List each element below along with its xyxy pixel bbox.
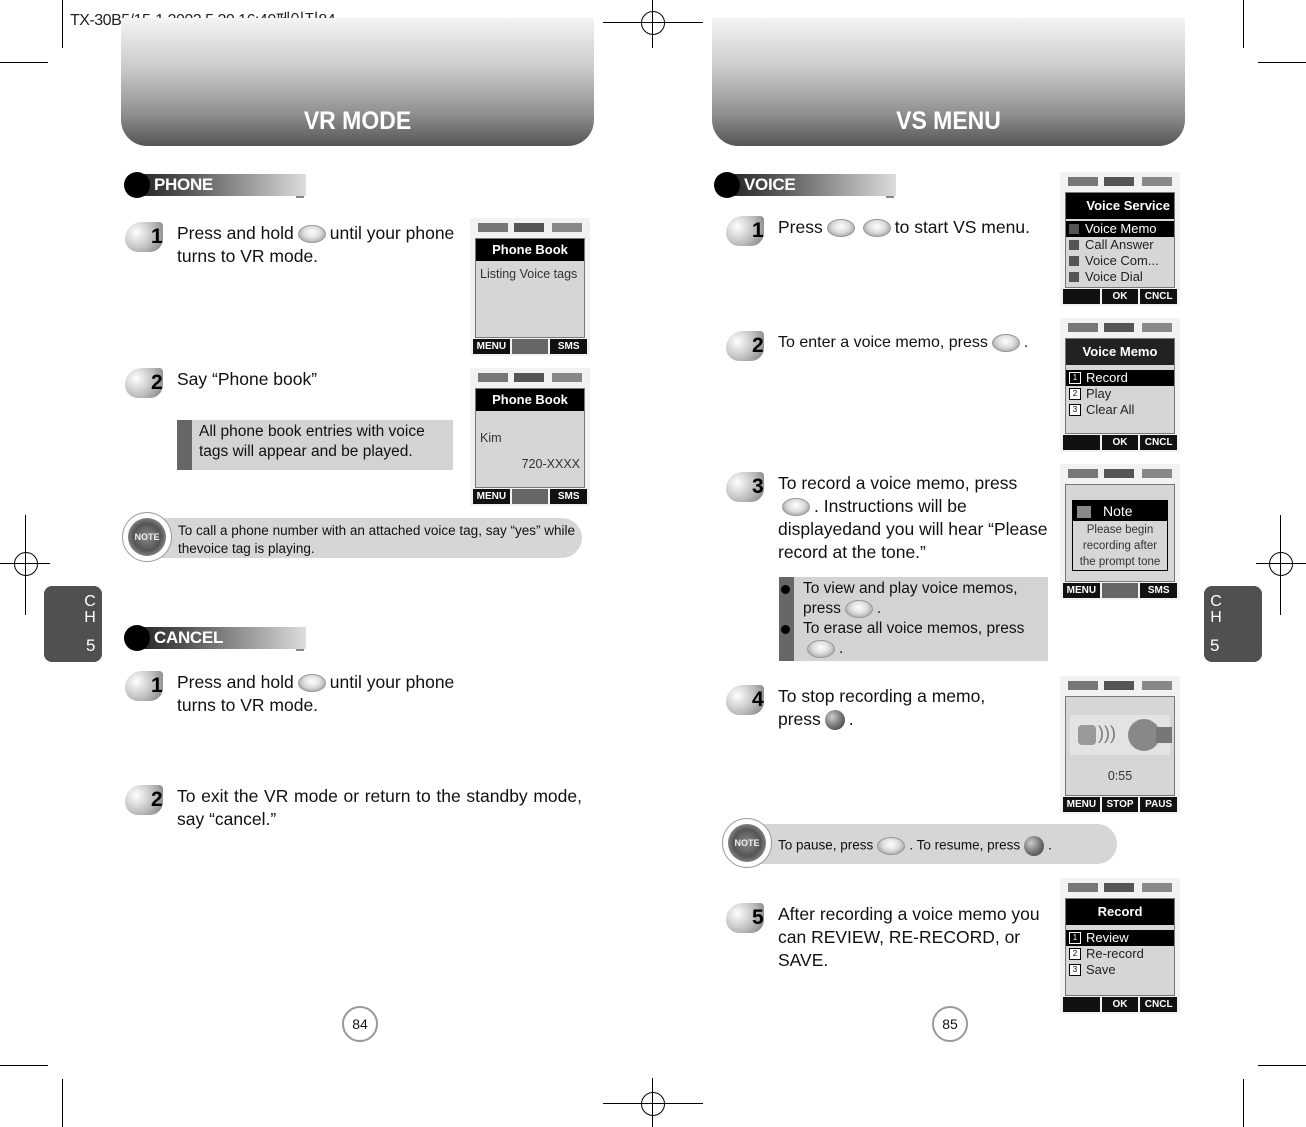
screen-title: Phone Book bbox=[476, 389, 584, 411]
phone-icon bbox=[1078, 725, 1096, 745]
menu-item: 1 Review bbox=[1066, 930, 1174, 946]
softkey-sms: SMS bbox=[1140, 583, 1178, 598]
recording-graphic: ))) bbox=[1070, 715, 1172, 755]
end-key-icon bbox=[877, 837, 906, 855]
info-bullet: To view and play voice memos, press. bbox=[781, 579, 1042, 619]
softkey-menu: MENU bbox=[473, 339, 510, 354]
menu-item: Voice Memo bbox=[1066, 221, 1174, 237]
menu-item: 1 Record bbox=[1066, 370, 1174, 386]
menu-item: Call Answer bbox=[1066, 237, 1174, 253]
chapter-tab-left: CH 5 bbox=[44, 586, 102, 662]
right-banner: VS MENU bbox=[712, 18, 1185, 146]
page-title: VR MODE bbox=[303, 107, 412, 135]
note-callout: NOTE To pause, press. To resume, press. bbox=[722, 818, 1117, 868]
softkey-middle bbox=[511, 339, 549, 354]
menu-item: 2 Re-record bbox=[1066, 946, 1174, 962]
note-icon: NOTE bbox=[722, 818, 772, 868]
section-title: PHONE BOOK bbox=[154, 175, 213, 214]
phone-screen-note: Note Please begin recording after the pr… bbox=[1060, 464, 1180, 600]
softkey-ok: OK bbox=[1101, 997, 1139, 1012]
ok-key-icon bbox=[1024, 836, 1045, 856]
sound-wave-icon: ))) bbox=[1098, 723, 1116, 743]
screen-title: Note bbox=[1103, 503, 1133, 519]
note-icon: NOTE bbox=[122, 512, 172, 562]
screen-title: Phone Book bbox=[476, 239, 584, 261]
softkey-menu: MENU bbox=[473, 489, 510, 504]
chapter-tab-right: CH 5 bbox=[1204, 586, 1262, 662]
page-number: 84 bbox=[342, 1006, 378, 1042]
phone-screen-recording: ))) 0:55 MENU STOP PAUS bbox=[1060, 676, 1180, 814]
key-2-icon bbox=[844, 599, 873, 618]
end-key-icon bbox=[807, 639, 835, 658]
registration-mark bbox=[1269, 552, 1293, 576]
note-callout: NOTE To call a phone number with an atta… bbox=[122, 512, 582, 562]
softkey-stop: STOP bbox=[1101, 797, 1139, 812]
softkey-ok: OK bbox=[1101, 289, 1139, 304]
phone-screen-record: Record 1 Review 2 Re-record 3 Save OK CNCL bbox=[1060, 878, 1180, 1014]
phone-screen-voice-service: Voice Service Voice Memo Call Answer Voi… bbox=[1060, 172, 1180, 306]
key-1-icon bbox=[782, 498, 810, 517]
registration-mark bbox=[14, 552, 38, 576]
phone-screen-listing: Phone Book Listing Voice tags MENU SMS bbox=[470, 218, 590, 356]
voice-key-icon bbox=[826, 219, 855, 238]
softkey-cncl: CNCL bbox=[1140, 289, 1178, 304]
crop-mark bbox=[1258, 1065, 1306, 1066]
page-title: VS MENU bbox=[896, 107, 1001, 135]
screen-title: Record bbox=[1066, 899, 1174, 925]
softkey-menu: MENU bbox=[1063, 797, 1100, 812]
voice-key-icon bbox=[297, 225, 326, 244]
section-title: VOICE MEMO bbox=[744, 175, 796, 214]
softkey-pause: PAUS bbox=[1140, 797, 1178, 812]
softkey-cncl: CNCL bbox=[1140, 435, 1178, 450]
page-number: 85 bbox=[932, 1006, 968, 1042]
left-banner: VR MODE bbox=[121, 18, 594, 146]
phone-screen-kim: Phone Book Kim 720-XXXX MENU SMS bbox=[470, 368, 590, 506]
crop-mark bbox=[1243, 1079, 1244, 1127]
menu-item: 2 Play bbox=[1066, 386, 1174, 402]
recording-timer: 0:55 bbox=[1107, 769, 1133, 783]
menu-item: 3 Clear All bbox=[1066, 402, 1174, 418]
softkey-sms: SMS bbox=[550, 339, 588, 354]
ok-key-icon bbox=[824, 710, 845, 731]
softkey-left bbox=[1063, 435, 1100, 450]
phone-screen-voice-memo: Voice Memo 1 Record 2 Play 3 Clear All OK C… bbox=[1060, 318, 1180, 452]
menu-item: Voice Com... bbox=[1066, 253, 1174, 269]
crop-mark bbox=[0, 62, 48, 63]
info-bullet: To erase all voice memos, press . bbox=[781, 619, 1042, 659]
registration-mark bbox=[641, 1092, 665, 1116]
screen-title: Voice Memo bbox=[1066, 339, 1174, 365]
tape-icon bbox=[1156, 727, 1172, 743]
softkey-middle bbox=[1101, 583, 1139, 598]
crop-mark bbox=[62, 1079, 63, 1127]
softkey-middle bbox=[511, 489, 549, 504]
info-box: To view and play voice memos, press. To … bbox=[779, 577, 1048, 661]
registration-mark bbox=[641, 11, 665, 35]
section-title: CANCEL bbox=[154, 628, 224, 647]
crop-mark bbox=[1258, 62, 1306, 63]
softkey-cncl: CNCL bbox=[1140, 997, 1178, 1012]
softkey-ok: OK bbox=[1101, 435, 1139, 450]
softkey-menu: MENU bbox=[1063, 583, 1100, 598]
softkey-left bbox=[1063, 289, 1100, 304]
menu-item: Voice Dial bbox=[1066, 269, 1174, 285]
crop-mark bbox=[62, 0, 63, 48]
crop-mark bbox=[1243, 0, 1244, 48]
note-screen-icon bbox=[1077, 506, 1091, 519]
menu-item: 3 Save bbox=[1066, 962, 1174, 978]
info-box: All phone book entries with voice tags w… bbox=[177, 420, 453, 470]
key-1-icon bbox=[991, 333, 1020, 352]
voice-key-icon bbox=[297, 674, 326, 693]
screen-title: Voice Service bbox=[1066, 193, 1174, 219]
softkey-sms: SMS bbox=[550, 489, 588, 504]
crop-mark bbox=[0, 1065, 48, 1066]
send-key-icon bbox=[862, 219, 891, 238]
softkey-left bbox=[1063, 997, 1100, 1012]
